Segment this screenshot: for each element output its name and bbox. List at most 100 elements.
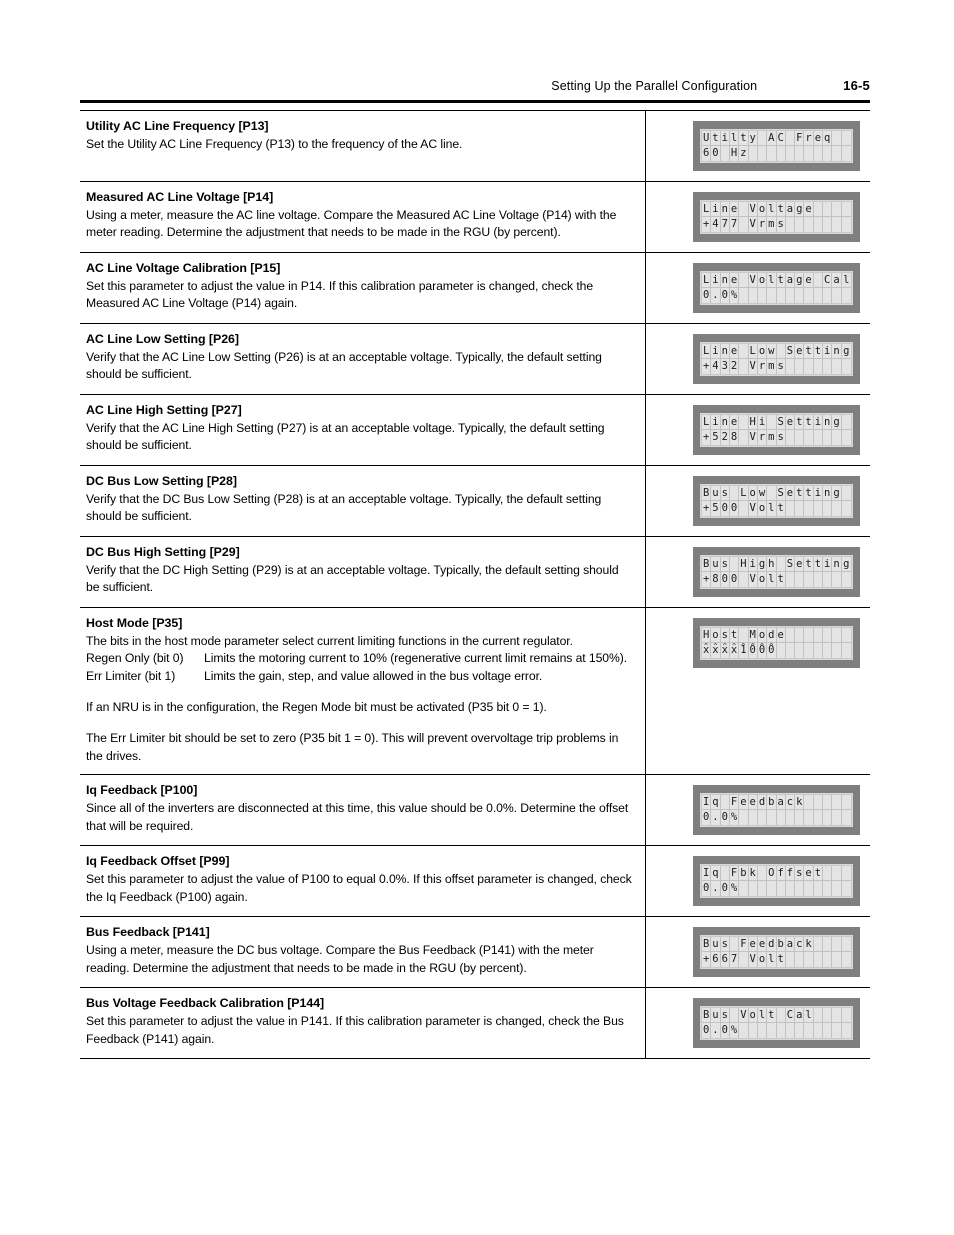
lcd-line: +6 6 7 Volt — [702, 952, 851, 968]
lcd-character-cell: t — [795, 415, 805, 430]
lcd-character-cell: % — [729, 810, 740, 826]
lcd-character-cell — [813, 202, 824, 217]
lcd-character-cell — [813, 146, 824, 161]
lcd-character-cell: i — [720, 131, 730, 146]
lcd-character-cell: u — [711, 1008, 721, 1024]
lcd-character-cell — [739, 273, 749, 288]
lcd-character-cell: V — [748, 217, 758, 232]
lcd-character-cell: a — [785, 937, 796, 953]
lcd-character-cell — [823, 1023, 833, 1039]
lcd-character-cell — [832, 217, 842, 232]
lcd-character-cell — [748, 881, 758, 897]
lcd-character-cell — [785, 131, 796, 146]
lcd-character-cell: e — [804, 202, 814, 217]
lcd-bit-marker: x — [722, 643, 727, 647]
lcd-character-cell: 0x — [767, 643, 777, 658]
parameter-body-text: Verify that the AC Line High Setting (P2… — [86, 421, 605, 453]
lcd-character-cell — [767, 1023, 777, 1039]
lcd-character-cell: t — [729, 628, 740, 643]
lcd-character-cell: + — [702, 359, 712, 374]
lcd-character-cell: l — [767, 202, 777, 217]
lcd-character-cell: 0 — [729, 572, 740, 587]
lcd-character-cell: O — [767, 866, 777, 882]
lcd-character-cell: s — [776, 359, 786, 374]
lcd-character-cell: i — [813, 486, 824, 501]
lcd-bit-marker: x — [704, 643, 709, 647]
lcd-character-cell — [776, 810, 786, 826]
lcd-character-cell: S — [785, 557, 796, 572]
lcd-character-cell: C — [823, 273, 833, 288]
lcd-display-cell: Iq Fe e d b a c k 0. 0% — [646, 775, 870, 845]
lcd-character-cell — [841, 486, 851, 501]
bit-description: Limits the motoring current to 10% (rege… — [204, 651, 628, 666]
lcd-character-cell: 0 — [711, 146, 721, 161]
document-page: Setting Up the Parallel Configuration 16… — [0, 0, 954, 1235]
lcd-bit-marker: x — [731, 643, 737, 647]
lcd-character-cell — [823, 146, 833, 161]
parameter-intro-text: The bits in the host mode parameter sele… — [86, 634, 573, 649]
lcd-character-cell: t — [804, 486, 814, 501]
parameter-description-cell: Iq Feedback [P100] Since all of the inver… — [80, 775, 646, 846]
lcd-character-cell: i — [823, 344, 833, 359]
lcd-character-cell: e — [729, 202, 740, 217]
lcd-character-cell: L — [702, 273, 712, 288]
parameter-body-text: Set this parameter to adjust the value o… — [86, 872, 632, 904]
lcd-character-cell — [748, 146, 758, 161]
lcd-character-cell: i — [748, 557, 758, 572]
lcd-character-cell: 0 — [702, 810, 712, 826]
lcd-character-cell — [739, 572, 749, 587]
lcd-character-cell: 0x — [757, 643, 768, 658]
lcd-character-cell — [804, 952, 814, 968]
lcd-character-cell — [776, 146, 786, 161]
lcd-character-cell — [776, 288, 786, 303]
lcd-character-cell — [785, 359, 796, 374]
lcd-line: 0. 0% — [702, 1023, 851, 1039]
lcd-character-cell — [739, 217, 749, 232]
lcd-screen: Line Vo l t a g e +4 7 7 Vrms — [700, 200, 853, 234]
lcd-character-cell — [739, 628, 749, 643]
lcd-character-cell: m — [767, 359, 777, 374]
lcd-character-cell: k — [804, 937, 814, 953]
lcd-line: Bus Low Setting — [702, 486, 851, 501]
lcd-character-cell: i — [711, 415, 721, 430]
lcd-character-cell: n — [823, 415, 833, 430]
lcd-character-cell — [720, 866, 730, 882]
lcd-character-cell — [776, 643, 786, 658]
lcd-character-cell: w — [757, 486, 768, 501]
lcd-character-cell — [841, 866, 851, 882]
parameter-title: AC Line High Setting [P27] — [86, 403, 242, 417]
parameter-description-cell: Iq Feedback Offset [P99] Set this paramet… — [80, 846, 646, 917]
lcd-character-cell — [832, 1008, 842, 1024]
parameter-description-cell: Bus Voltage Feedback Calibration [P144] S… — [80, 988, 646, 1059]
lcd-character-cell: t — [776, 273, 786, 288]
lcd-character-cell: + — [702, 217, 712, 232]
lcd-character-cell: + — [702, 430, 712, 445]
lcd-character-cell: u — [711, 937, 721, 953]
lcd-character-cell: e — [795, 557, 805, 572]
lcd-character-cell — [795, 217, 805, 232]
lcd-keypad-display: Line Vo l t a g e +4 7 7 Vrms — [693, 192, 860, 242]
lcd-character-cell — [720, 146, 730, 161]
lcd-character-cell — [785, 288, 796, 303]
lcd-character-cell — [841, 810, 851, 826]
lcd-character-cell: 5 — [711, 430, 721, 445]
lcd-keypad-display: Utilty AC Freq60 Hz — [693, 121, 860, 171]
parameter-title: Iq Feedback Offset [P99] — [86, 854, 230, 869]
lcd-character-cell — [813, 795, 824, 811]
lcd-character-cell: w — [767, 344, 777, 359]
lcd-character-cell: t — [804, 415, 814, 430]
lcd-character-cell — [841, 146, 851, 161]
lcd-character-cell: g — [795, 273, 805, 288]
lcd-character-cell: l — [767, 501, 777, 516]
lcd-line: +4 3 2 Vrms — [702, 359, 851, 374]
lcd-character-cell: q — [711, 795, 721, 811]
lcd-line: 0. 0% — [702, 288, 851, 303]
lcd-character-cell — [804, 288, 814, 303]
lcd-display-cell: Bus High Se t t i n g +8 0 0 Volt — [646, 537, 870, 607]
lcd-character-cell — [795, 643, 805, 658]
parameter-title: Iq Feedback [P100] — [86, 783, 198, 798]
lcd-character-cell — [739, 501, 749, 516]
lcd-character-cell — [739, 344, 749, 359]
lcd-line: Line Voltage — [702, 202, 851, 217]
lcd-character-cell — [767, 486, 777, 501]
